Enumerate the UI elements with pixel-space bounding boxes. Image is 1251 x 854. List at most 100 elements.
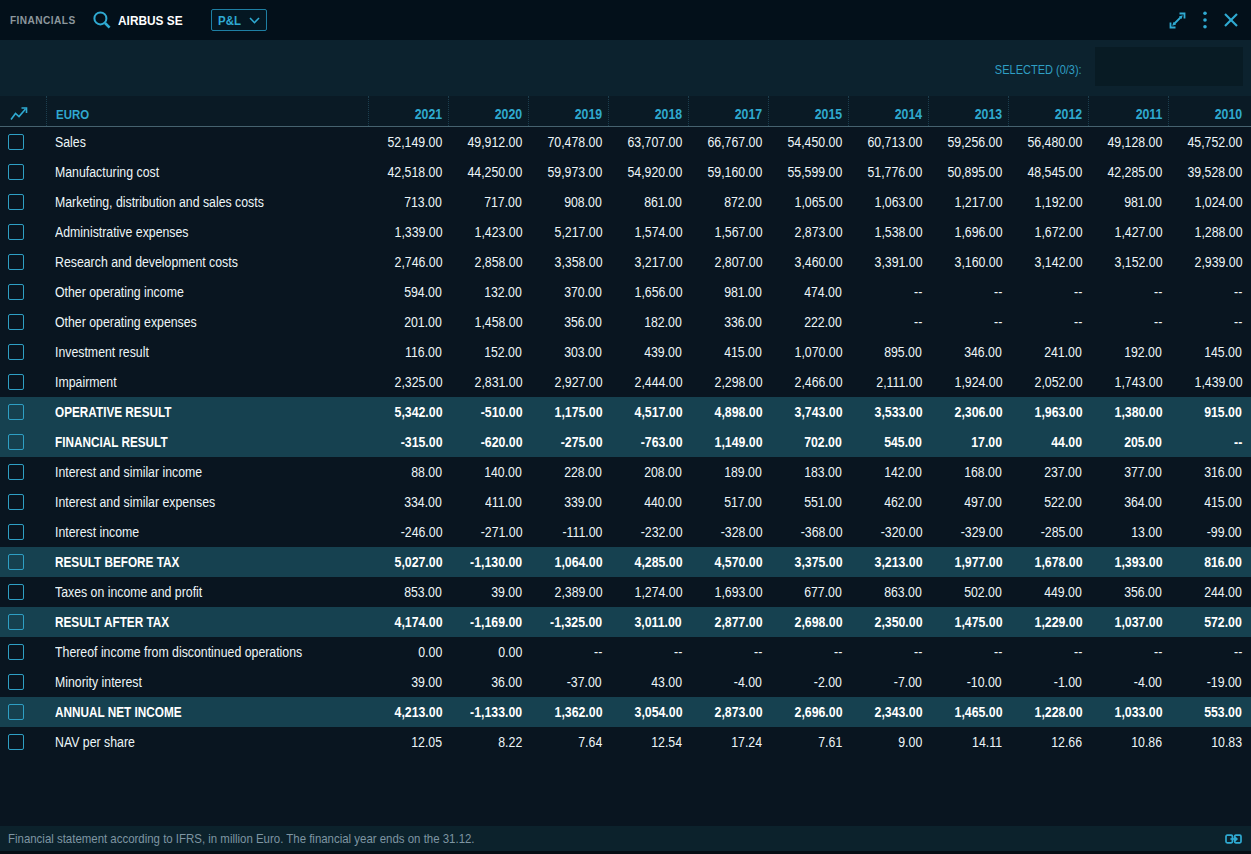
cell-value: -- xyxy=(768,644,848,660)
cell-value: 168.00 xyxy=(928,464,1008,480)
cell-value: 3,743.00 xyxy=(768,404,848,420)
column-header-year[interactable]: 2010 xyxy=(1168,96,1248,126)
cell-value: 51,776.00 xyxy=(848,164,928,180)
cell-value: 3,391.00 xyxy=(848,254,928,270)
cell-value: 346.00 xyxy=(928,344,1008,360)
column-header-year[interactable]: 2018 xyxy=(608,96,688,126)
row-checkbox[interactable] xyxy=(8,704,24,720)
column-header-year[interactable]: 2012 xyxy=(1008,96,1088,126)
table-row: RESULT BEFORE TAX5,027.00-1,130.001,064.… xyxy=(0,547,1251,577)
row-checkbox[interactable] xyxy=(8,194,24,210)
row-checkbox[interactable] xyxy=(8,584,24,600)
row-checkbox[interactable] xyxy=(8,464,24,480)
cell-value: -- xyxy=(928,644,1008,660)
table-row: FINANCIAL RESULT-315.00-620.00-275.00-76… xyxy=(0,427,1251,457)
cell-value: -- xyxy=(848,314,928,330)
table-row: Interest income-246.00-271.00-111.00-232… xyxy=(0,517,1251,547)
row-checkbox[interactable] xyxy=(8,314,24,330)
cell-value: 182.00 xyxy=(608,314,688,330)
cell-value: -- xyxy=(1168,314,1248,330)
cell-value: 1,924.00 xyxy=(928,374,1008,390)
cell-value: -285.00 xyxy=(1008,524,1088,540)
table-row: Minority interest39.0036.00-37.0043.00-4… xyxy=(0,667,1251,697)
cell-value: 1,339.00 xyxy=(368,224,448,240)
table-row: Taxes on income and profit853.0039.002,3… xyxy=(0,577,1251,607)
selected-items-box[interactable] xyxy=(1095,47,1243,86)
cell-value: -246.00 xyxy=(368,524,448,540)
cell-value: 415.00 xyxy=(1168,494,1248,510)
cell-value: 336.00 xyxy=(688,314,768,330)
column-header-euro[interactable]: EURO xyxy=(46,96,368,126)
row-label: OPERATIVE RESULT xyxy=(46,404,368,420)
row-checkbox[interactable] xyxy=(8,644,24,660)
cell-value: 334.00 xyxy=(368,494,448,510)
cell-value: 1,033.00 xyxy=(1088,704,1168,720)
row-checkbox[interactable] xyxy=(8,374,24,390)
cell-value: 50,895.00 xyxy=(928,164,1008,180)
cell-value: 55,599.00 xyxy=(768,164,848,180)
row-checkbox[interactable] xyxy=(8,524,24,540)
cell-value: 1,567.00 xyxy=(688,224,768,240)
row-checkbox[interactable] xyxy=(8,494,24,510)
cell-value: 1,217.00 xyxy=(928,194,1008,210)
row-checkbox[interactable] xyxy=(8,224,24,240)
row-checkbox[interactable] xyxy=(8,554,24,570)
cell-value: -1,133.00 xyxy=(448,704,528,720)
row-label: Research and development costs xyxy=(46,254,368,270)
cell-value: 1,380.00 xyxy=(1088,404,1168,420)
cell-value: 56,480.00 xyxy=(1008,134,1088,150)
kebab-menu-icon[interactable] xyxy=(1203,11,1207,29)
cell-value: -271.00 xyxy=(448,524,528,540)
row-checkbox[interactable] xyxy=(8,254,24,270)
row-checkbox[interactable] xyxy=(8,344,24,360)
column-header-year[interactable]: 2017 xyxy=(688,96,768,126)
row-checkbox[interactable] xyxy=(8,134,24,150)
column-header-year[interactable]: 2019 xyxy=(528,96,608,126)
expand-icon[interactable] xyxy=(1168,11,1187,30)
cell-value: 1,696.00 xyxy=(928,224,1008,240)
cell-value: -- xyxy=(1008,644,1088,660)
row-checkbox[interactable] xyxy=(8,674,24,690)
search-icon[interactable] xyxy=(92,10,112,30)
table-row: OPERATIVE RESULT5,342.00-510.001,175.004… xyxy=(0,397,1251,427)
cell-value: 3,460.00 xyxy=(768,254,848,270)
cell-value: -- xyxy=(1168,644,1248,660)
row-checkbox[interactable] xyxy=(8,734,24,750)
cell-value: 702.00 xyxy=(768,434,848,450)
row-label: Administrative expenses xyxy=(46,224,368,240)
cell-value: 1,024.00 xyxy=(1168,194,1248,210)
cell-value: 1,064.00 xyxy=(528,554,608,570)
cell-value: 1,427.00 xyxy=(1088,224,1168,240)
row-checkbox[interactable] xyxy=(8,284,24,300)
close-icon[interactable] xyxy=(1223,12,1239,28)
cell-value: 1,672.00 xyxy=(1008,224,1088,240)
row-checkbox[interactable] xyxy=(8,614,24,630)
row-checkbox[interactable] xyxy=(8,434,24,450)
row-label: Manufacturing cost xyxy=(46,164,368,180)
column-header-year[interactable]: 2013 xyxy=(928,96,1008,126)
column-header-year[interactable]: 2021 xyxy=(368,96,448,126)
row-checkbox[interactable] xyxy=(8,164,24,180)
column-header-year[interactable]: 2015 xyxy=(768,96,848,126)
column-header-year[interactable]: 2011 xyxy=(1088,96,1168,126)
footer-note: Financial statement according to IFRS, i… xyxy=(8,831,475,846)
row-checkbox[interactable] xyxy=(8,404,24,420)
cell-value: 12.66 xyxy=(1008,734,1088,750)
cell-value: 45,752.00 xyxy=(1168,134,1248,150)
column-header-year[interactable]: 2020 xyxy=(448,96,528,126)
cell-value: 553.00 xyxy=(1168,704,1248,720)
cell-value: 3,217.00 xyxy=(608,254,688,270)
view-selector-dropdown[interactable]: P&L xyxy=(211,9,267,31)
cell-value: 1,693.00 xyxy=(688,584,768,600)
cell-value: 1,538.00 xyxy=(848,224,928,240)
link-icon[interactable] xyxy=(1225,833,1242,845)
cell-value: 43.00 xyxy=(608,674,688,690)
column-header-year[interactable]: 2014 xyxy=(848,96,928,126)
table-row: Research and development costs2,746.002,… xyxy=(0,247,1251,277)
cell-value: 222.00 xyxy=(768,314,848,330)
cell-value: 717.00 xyxy=(448,194,528,210)
cell-value: -10.00 xyxy=(928,674,1008,690)
cell-value: 370.00 xyxy=(528,284,608,300)
cell-value: 10.86 xyxy=(1088,734,1168,750)
chart-icon[interactable] xyxy=(0,96,46,126)
